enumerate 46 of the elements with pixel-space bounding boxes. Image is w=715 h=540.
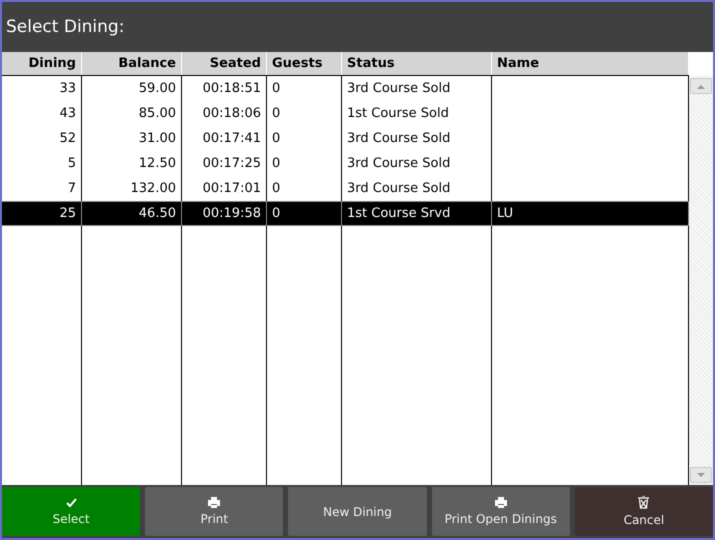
column-header[interactable]: Status [342, 52, 492, 75]
column-header[interactable]: Dining [2, 52, 82, 75]
up-arrow-icon [697, 84, 705, 88]
trash-icon [638, 496, 650, 509]
action-button[interactable]: Print Open Dinings [432, 487, 570, 536]
table-cell: 0 [267, 126, 342, 151]
action-button[interactable]: New Dining [288, 487, 427, 536]
table-cell: 31.00 [82, 126, 182, 151]
printer-icon [208, 497, 220, 508]
table-cell: 1st Course Sold [342, 101, 492, 126]
column-header[interactable]: Balance [82, 52, 182, 75]
table-cell: 3rd Course Sold [342, 151, 492, 176]
table-cell: 25 [2, 202, 82, 225]
window-title: Select Dining: [5, 16, 126, 39]
action-button[interactable]: Print [145, 487, 284, 536]
table-cell: 1st Course Srvd [342, 202, 492, 225]
table-cell: 0 [267, 151, 342, 176]
table-cell: 59.00 [82, 76, 182, 101]
action-button[interactable]: Cancel [574, 487, 714, 536]
table-cell: 3rd Course Sold [342, 76, 492, 101]
table-cell: 33 [2, 76, 82, 101]
table-cell: 46.50 [82, 202, 182, 225]
table-cell: 52 [2, 126, 82, 151]
table-cell: 85.00 [82, 101, 182, 126]
table-cell: 0 [267, 101, 342, 126]
table-cell: 0 [267, 202, 342, 225]
table-cell: 00:18:51 [182, 76, 267, 101]
table-cell: 00:19:58 [182, 202, 267, 225]
table-cell: 5 [2, 151, 82, 176]
scroll-down-button[interactable] [690, 467, 712, 483]
action-button[interactable]: Select [2, 487, 140, 536]
table-cell: 12.50 [82, 151, 182, 176]
scrollbar[interactable] [689, 76, 713, 485]
check-icon [66, 498, 77, 508]
down-arrow-icon [697, 472, 705, 478]
scroll-up-button[interactable] [690, 78, 712, 94]
table-cell: 00:18:06 [182, 101, 267, 126]
table-cell: 00:17:25 [182, 151, 267, 176]
column-header[interactable]: Guests [267, 52, 342, 75]
printer-icon [494, 497, 507, 508]
table-cell: 3rd Course Sold [342, 126, 492, 151]
table-cell: 43 [2, 101, 82, 126]
column-header[interactable]: Seated [182, 52, 267, 75]
table-cell: 00:17:41 [182, 126, 267, 151]
table-cell: 0 [267, 76, 342, 101]
table-row[interactable]: 25 46.50 00:19:58 0 1st Course Srvd LU [2, 201, 689, 226]
